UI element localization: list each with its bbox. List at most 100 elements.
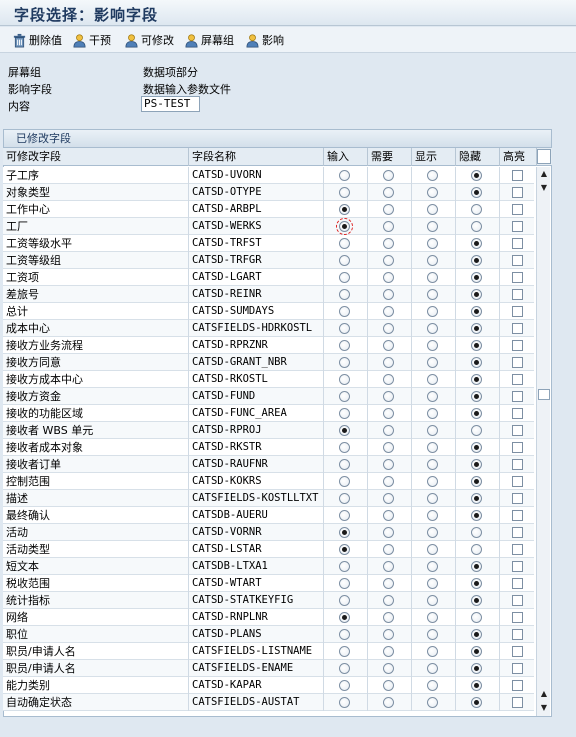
highlight-checkbox[interactable] [512,510,523,521]
radio-required[interactable] [383,578,394,589]
radio-required[interactable] [383,340,394,351]
highlight-checkbox[interactable] [512,170,523,181]
table-row[interactable]: 子工序 CATSD-UVORN [3,167,534,184]
highlight-checkbox[interactable] [512,272,523,283]
table-row[interactable]: 接收方资金 CATSD-FUND [3,388,534,405]
radio-hide[interactable] [471,493,482,504]
radio-input[interactable] [339,476,350,487]
intervene-button[interactable]: 干预 [72,31,111,49]
radio-hide[interactable] [471,663,482,674]
highlight-checkbox[interactable] [512,544,523,555]
radio-input[interactable] [339,561,350,572]
radio-input[interactable] [339,255,350,266]
radio-input[interactable] [339,374,350,385]
radio-input[interactable] [339,340,350,351]
radio-input[interactable] [339,204,350,215]
radio-input[interactable] [339,289,350,300]
content-input[interactable]: PS-TEST [141,96,200,112]
radio-input[interactable] [339,629,350,640]
highlight-checkbox[interactable] [512,476,523,487]
highlight-checkbox[interactable] [512,680,523,691]
radio-required[interactable] [383,561,394,572]
column-header-input[interactable]: 输入 [324,148,368,166]
radio-hide[interactable] [471,255,482,266]
radio-required[interactable] [383,323,394,334]
radio-hide[interactable] [471,527,482,538]
column-header-display[interactable]: 显示 [412,148,456,166]
radio-display[interactable] [427,255,438,266]
radio-display[interactable] [427,561,438,572]
radio-display[interactable] [427,476,438,487]
highlight-checkbox[interactable] [512,391,523,402]
table-row[interactable]: 能力类别 CATSD-KAPAR [3,677,534,694]
radio-input[interactable] [339,459,350,470]
radio-required[interactable] [383,238,394,249]
radio-required[interactable] [383,391,394,402]
radio-input[interactable] [339,612,350,623]
radio-hide[interactable] [471,170,482,181]
table-row[interactable]: 最终确认 CATSDB-AUERU [3,507,534,524]
influence-button[interactable]: 影响 [245,31,284,49]
radio-display[interactable] [427,425,438,436]
column-header-highlight[interactable]: 高亮 [500,148,537,166]
table-row[interactable]: 活动类型 CATSD-LSTAR [3,541,534,558]
radio-display[interactable] [427,221,438,232]
table-row[interactable]: 工作中心 CATSD-ARBPL [3,201,534,218]
table-row[interactable]: 职位 CATSD-PLANS [3,626,534,643]
radio-required[interactable] [383,221,394,232]
radio-required[interactable] [383,187,394,198]
table-row[interactable]: 接收者 WBS 单元 CATSD-RPROJ [3,422,534,439]
highlight-checkbox[interactable] [512,459,523,470]
table-row[interactable]: 描述 CATSFIELDS-KOSTLLTXT [3,490,534,507]
radio-display[interactable] [427,323,438,334]
radio-required[interactable] [383,442,394,453]
highlight-checkbox[interactable] [512,493,523,504]
radio-input[interactable] [339,646,350,657]
highlight-checkbox[interactable] [512,323,523,334]
radio-hide[interactable] [471,391,482,402]
radio-hide[interactable] [471,425,482,436]
highlight-checkbox[interactable] [512,289,523,300]
arrow-down-icon[interactable]: ▼ [539,703,549,713]
radio-input[interactable] [339,442,350,453]
delete-value-button[interactable]: 删除值 [12,31,62,49]
radio-display[interactable] [427,578,438,589]
radio-hide[interactable] [471,595,482,606]
radio-input[interactable] [339,238,350,249]
radio-display[interactable] [427,272,438,283]
radio-input[interactable] [339,272,350,283]
radio-hide[interactable] [471,578,482,589]
highlight-checkbox[interactable] [512,612,523,623]
screen-group-button[interactable]: 屏幕组 [184,31,234,49]
table-row[interactable]: 工资项 CATSD-LGART [3,269,534,286]
radio-hide[interactable] [471,187,482,198]
table-row[interactable]: 接收方业务流程 CATSD-RPRZNR [3,337,534,354]
radio-hide[interactable] [471,340,482,351]
radio-input[interactable] [339,408,350,419]
radio-input[interactable] [339,595,350,606]
radio-input[interactable] [339,510,350,521]
highlight-checkbox[interactable] [512,595,523,606]
highlight-checkbox[interactable] [512,187,523,198]
table-row[interactable]: 控制范围 CATSD-KOKRS [3,473,534,490]
radio-required[interactable] [383,493,394,504]
radio-hide[interactable] [471,629,482,640]
radio-hide[interactable] [471,221,482,232]
highlight-checkbox[interactable] [512,306,523,317]
arrow-up-icon[interactable]: ▲ [539,689,549,699]
radio-display[interactable] [427,374,438,385]
radio-display[interactable] [427,595,438,606]
radio-input[interactable] [339,680,350,691]
radio-required[interactable] [383,255,394,266]
radio-hide[interactable] [471,442,482,453]
radio-required[interactable] [383,408,394,419]
table-row[interactable]: 总计 CATSD-SUMDAYS [3,303,534,320]
table-row[interactable]: 短文本 CATSDB-LTXA1 [3,558,534,575]
radio-hide[interactable] [471,238,482,249]
radio-display[interactable] [427,306,438,317]
radio-display[interactable] [427,340,438,351]
vertical-scrollbar[interactable]: ▲ ▼ ▲ ▼ [536,167,550,716]
radio-required[interactable] [383,680,394,691]
arrow-up-icon[interactable]: ▲ [539,169,549,179]
radio-display[interactable] [427,357,438,368]
